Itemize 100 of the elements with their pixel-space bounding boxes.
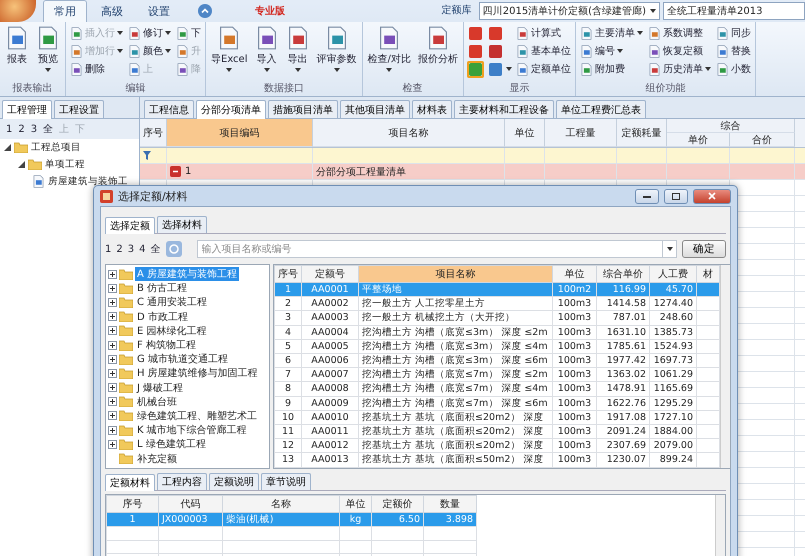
ribbon-button[interactable]: 基本单位 (514, 42, 572, 60)
expand-icon[interactable] (108, 284, 117, 293)
ribbon-tab[interactable]: 常用 (43, 0, 87, 22)
column-header[interactable]: 代码 (158, 496, 222, 512)
column-header[interactable]: 项目名称 (313, 119, 505, 147)
level-button[interactable]: 4 (139, 244, 146, 254)
column-header[interactable]: 单位 (340, 496, 372, 512)
expand-icon[interactable] (108, 340, 117, 350)
column-header[interactable]: 材 (696, 266, 720, 282)
tree-item[interactable]: C 通用安装工程 (135, 295, 210, 310)
level-button[interactable]: 3 (30, 124, 38, 134)
expand-icon[interactable] (108, 354, 117, 364)
ribbon-button[interactable]: 报表 (3, 24, 31, 68)
dialog-tab[interactable]: 选择定额 (105, 217, 155, 234)
expand-icon[interactable] (108, 383, 117, 392)
level-button[interactable]: 1 (105, 244, 112, 254)
ribbon-button[interactable]: 导Excel (209, 24, 250, 74)
ribbon-button[interactable]: 附加费 (578, 60, 644, 78)
tree-item[interactable]: 绿色建筑工程、雕塑艺术工 (135, 408, 259, 423)
ribbon-button[interactable]: 恢复定额 (646, 42, 712, 60)
expand-icon[interactable] (108, 397, 117, 406)
ribbon-button[interactable]: 同步 (714, 24, 752, 42)
collapse-icon[interactable] (4, 144, 11, 151)
tree-item[interactable]: E 园林绿化工程 (135, 324, 208, 338)
tree-item[interactable]: 工程总项目 (31, 141, 81, 154)
tree-item[interactable]: K 城市地下综合管廊工程 (135, 423, 249, 438)
detail-tab[interactable]: 定额说明 (209, 473, 259, 490)
tree-item[interactable]: 补充定额 (135, 452, 179, 466)
ribbon-tab[interactable]: 设置 (137, 0, 181, 22)
tree-item[interactable]: 房屋建筑与装饰工 (48, 175, 128, 188)
ribbon-button[interactable]: 评审参数 (314, 24, 358, 74)
ribbon-button[interactable]: 删除 (69, 60, 124, 78)
ribbon-button[interactable]: 系数调整 (646, 24, 712, 42)
sheet-tab[interactable]: 材料表 (412, 100, 452, 118)
scrollbar[interactable] (720, 265, 730, 468)
column-header[interactable]: 人工费 (650, 266, 696, 282)
ribbon-button[interactable]: 定额单位 (514, 60, 572, 78)
column-header[interactable]: 项目名称 (358, 266, 552, 282)
list-library-field[interactable]: 全统工程量清单2013 (663, 2, 805, 20)
column-header[interactable]: 综合单价 (596, 266, 650, 282)
tree-item[interactable]: 单项工程 (45, 158, 85, 171)
ribbon-button[interactable]: 主要清单 (578, 24, 644, 42)
ribbon-button[interactable]: 颜色 (127, 42, 172, 60)
dropdown-button[interactable] (663, 240, 677, 258)
minimize-button[interactable] (635, 188, 659, 204)
expand-icon[interactable] (108, 426, 117, 435)
ribbon-button[interactable]: 历史清单 (646, 60, 712, 78)
column-header[interactable]: 数量 (424, 496, 476, 512)
ribbon-button[interactable]: 小数 (714, 60, 752, 78)
ribbon-button[interactable]: 修订 (127, 24, 172, 42)
level-button[interactable]: 全 (43, 122, 54, 136)
tree-item[interactable]: F 构筑物工程 (135, 338, 198, 352)
level-button[interactable]: 全 (150, 242, 160, 256)
level-button[interactable]: 3 (128, 244, 134, 254)
column-header[interactable]: 单价 (667, 133, 730, 147)
close-button[interactable] (693, 188, 731, 204)
ribbon-button[interactable]: 导出 (284, 24, 312, 74)
column-header[interactable]: 项目编码 (167, 119, 313, 147)
column-header[interactable]: 合价 (730, 133, 795, 147)
column-header[interactable]: 序号 (106, 496, 158, 512)
search-field[interactable]: 输入项目名称或编号 (196, 240, 663, 258)
level-button[interactable]: 2 (116, 244, 123, 254)
column-header[interactable]: 工程量 (545, 119, 617, 147)
app-logo[interactable] (0, 0, 36, 22)
ribbon-button[interactable]: 下 (175, 24, 202, 42)
level-button[interactable]: 1 (6, 124, 12, 134)
library-select[interactable]: 四川2015清单计价定额(含绿建管廊) (478, 2, 660, 20)
expand-icon[interactable] (108, 326, 117, 336)
column-header[interactable]: 序号 (274, 266, 302, 282)
sheet-tab[interactable]: 分部分项清单 (196, 100, 266, 119)
column-header[interactable]: 名称 (222, 496, 340, 512)
ribbon-tab[interactable]: 高级 (90, 0, 134, 22)
expand-icon[interactable] (108, 368, 117, 378)
tree-item[interactable]: D 市政工程 (135, 310, 190, 324)
sheet-tab[interactable]: 其他项目清单 (340, 100, 410, 118)
expand-icon[interactable] (108, 440, 117, 449)
ribbon-button[interactable]: 检查/对比 (366, 24, 413, 74)
column-header[interactable]: 定额价 (372, 496, 424, 512)
expand-icon[interactable] (108, 312, 117, 322)
scrollbar[interactable] (715, 495, 725, 556)
tree-item[interactable]: H 房屋建筑维修与加固工程 (135, 366, 260, 380)
sheet-tab[interactable]: 主要材料和工程设备 (454, 100, 554, 118)
ribbon-button[interactable]: 报价分析 (416, 24, 460, 68)
tree-item[interactable]: B 仿古工程 (135, 281, 190, 296)
tree-item[interactable]: 机械台班 (135, 394, 179, 409)
expand-icon[interactable] (108, 270, 117, 279)
sheet-tab[interactable]: 单位工程费汇总表 (556, 100, 646, 118)
column-header[interactable]: 定额耗量 (617, 119, 667, 147)
detail-tab[interactable]: 定额材料 (105, 474, 155, 491)
ribbon-button[interactable]: 替换 (714, 42, 752, 60)
column-header[interactable]: 定额号 (302, 266, 358, 282)
dialog-tab[interactable]: 选择材料 (157, 216, 207, 233)
column-header[interactable]: 单位 (552, 266, 596, 282)
detail-tab[interactable]: 工程内容 (157, 473, 207, 490)
maximize-button[interactable] (664, 188, 688, 204)
chevron-up-icon[interactable] (198, 4, 212, 18)
level-button[interactable]: 2 (18, 124, 25, 134)
ribbon-button[interactable]: 编号 (578, 42, 644, 60)
filter-icon[interactable] (143, 151, 153, 160)
ribbon-button[interactable]: 导入 (252, 24, 280, 74)
